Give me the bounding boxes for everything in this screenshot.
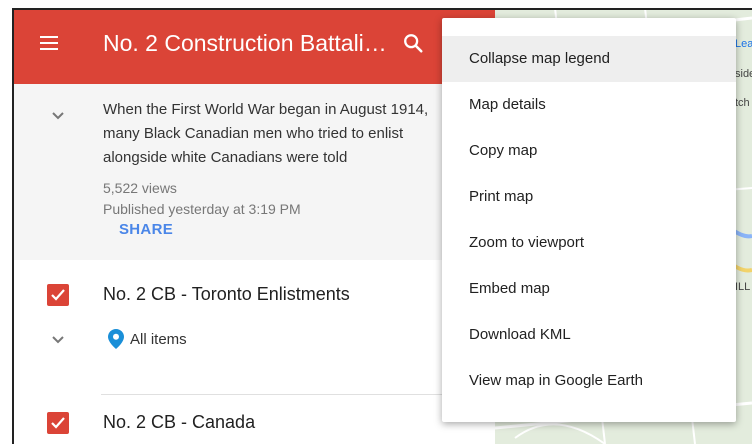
menu-item-zoom-to-viewport[interactable]: Zoom to viewport <box>442 220 736 266</box>
menu-item-copy-map[interactable]: Copy map <box>442 128 736 174</box>
frame-border <box>12 8 752 10</box>
map-pin-icon <box>108 329 124 354</box>
map-label: tch <box>735 97 750 109</box>
frame-edge <box>0 0 752 8</box>
check-icon <box>51 289 65 301</box>
frame-border <box>12 8 14 444</box>
map-label: side <box>735 68 752 80</box>
menu-icon[interactable] <box>40 36 58 50</box>
panel-toolbar: No. 2 Construction Battali… <box>12 8 495 84</box>
check-icon <box>51 417 65 429</box>
menu-item-embed-map[interactable]: Embed map <box>442 266 736 312</box>
menu-item-download-kml[interactable]: Download KML <box>442 312 736 358</box>
layer-name[interactable]: No. 2 CB - Canada <box>103 412 255 433</box>
map-label: Lea <box>735 38 752 50</box>
options-menu: Collapse map legend Map details Copy map… <box>442 18 736 422</box>
layer-checkbox[interactable] <box>47 284 69 306</box>
divider <box>101 394 495 395</box>
map-title: No. 2 Construction Battali… <box>103 30 387 56</box>
view-count: 5,522 views <box>103 180 177 196</box>
layer-name[interactable]: No. 2 CB - Toronto Enlistments <box>103 284 350 305</box>
search-icon[interactable] <box>402 32 428 58</box>
menu-item-collapse-legend[interactable]: Collapse map legend <box>442 36 736 82</box>
menu-item-print-map[interactable]: Print map <box>442 174 736 220</box>
frame-edge <box>0 0 12 444</box>
app-frame: Lea side tch ILL No. 2 Construction Batt… <box>0 0 752 444</box>
map-description-section: When the First World War began in August… <box>12 84 495 260</box>
map-description: When the First World War began in August… <box>103 101 429 166</box>
all-items-label: All items <box>130 331 187 348</box>
share-button[interactable]: SHARE <box>119 221 173 238</box>
legend-panel: No. 2 Construction Battali… When the Fir… <box>12 8 495 444</box>
published-date: Published yesterday at 3:19 PM <box>103 201 301 217</box>
layer-checkbox[interactable] <box>47 412 69 434</box>
chevron-down-icon[interactable] <box>50 332 66 348</box>
chevron-down-icon[interactable] <box>50 108 66 124</box>
menu-item-view-in-google-earth[interactable]: View map in Google Earth <box>442 358 736 404</box>
menu-item-map-details[interactable]: Map details <box>442 82 736 128</box>
map-label: ILL <box>735 281 751 293</box>
